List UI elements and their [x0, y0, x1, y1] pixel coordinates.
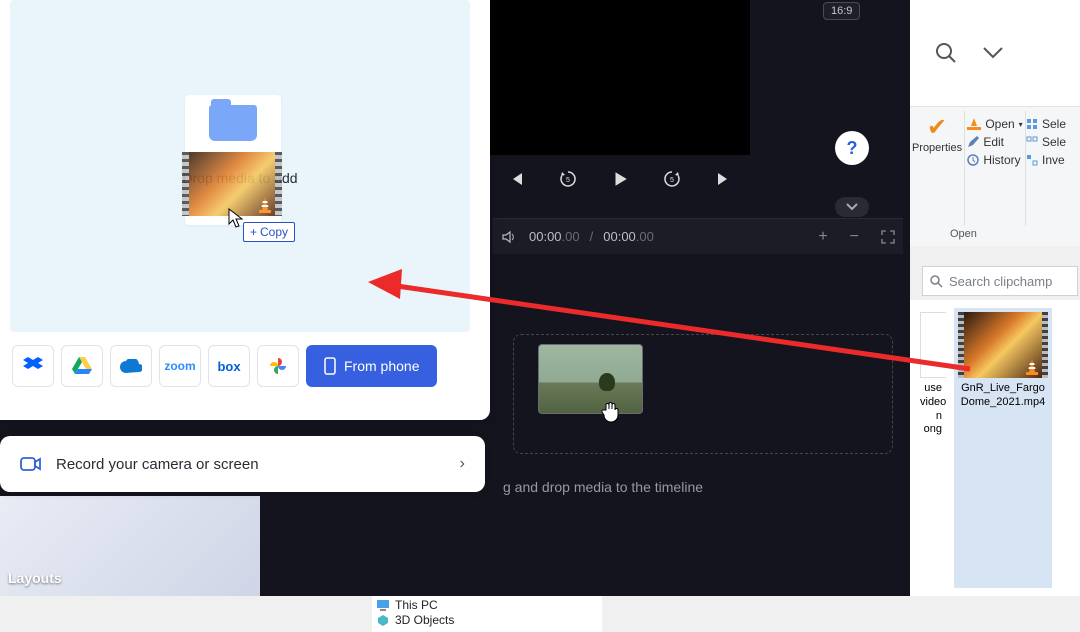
video-preview [490, 0, 750, 155]
explorer-file-grid: use video n ong GnR_Live_FargoDome_2021.… [910, 300, 1080, 596]
search-placeholder: Search clipchamp [949, 274, 1052, 289]
grab-cursor-icon [598, 398, 624, 424]
explorer-ribbon: ✔ Properties Open Open▾ Edit History Sel… [910, 106, 1080, 246]
time-total: 00:00.00 [603, 229, 654, 244]
timeline-clip-preview [538, 344, 643, 414]
zoom-out-icon[interactable]: − [850, 228, 859, 246]
vlc-icon [1024, 358, 1040, 376]
layouts-panel[interactable]: Layouts [0, 496, 260, 596]
folder-icon [209, 105, 257, 141]
rewind-5-icon[interactable]: 5 [557, 168, 579, 190]
select-all-button[interactable]: Sele [1026, 117, 1066, 131]
record-bar[interactable]: Record your camera or screen › [0, 436, 485, 492]
explorer-tree-fragment: This PC 3D Objects [372, 596, 602, 632]
open-button[interactable]: Open▾ [967, 117, 1022, 131]
box-button[interactable]: box [208, 345, 250, 387]
cursor-arrow-icon [228, 208, 244, 228]
file-item[interactable]: GnR_Live_FargoDome_2021.mp4 [954, 308, 1052, 588]
dropbox-button[interactable] [12, 345, 54, 387]
expand-down-button[interactable] [835, 197, 869, 217]
open-menu: Open▾ Edit History [965, 107, 1025, 246]
history-button[interactable]: History [967, 153, 1022, 167]
svg-text:5: 5 [566, 177, 570, 184]
copy-badge: + Copy [243, 222, 295, 242]
drag-file-preview [182, 152, 282, 216]
invert-selection-button[interactable]: Inve [1026, 153, 1066, 167]
file-name: GnR_Live_FargoDome_2021.mp4 [958, 382, 1048, 410]
search-icon [929, 274, 943, 288]
3d-objects-item[interactable]: 3D Objects [376, 613, 598, 627]
record-label: Record your camera or screen [56, 456, 259, 473]
search-icon[interactable] [934, 41, 958, 65]
aspect-ratio-badge[interactable]: 16:9 [823, 2, 860, 20]
from-phone-button[interactable]: From phone [306, 345, 437, 387]
skip-start-icon[interactable] [505, 168, 527, 190]
this-pc-item[interactable]: This PC [376, 598, 598, 612]
chevron-right-icon: › [460, 455, 465, 473]
audio-icon[interactable] [501, 229, 519, 245]
timeline-hint-text: g and drop media to the timeline [493, 479, 903, 495]
player-controls: 5 5 [505, 168, 735, 190]
vlc-icon [257, 196, 273, 214]
fit-icon[interactable] [881, 230, 895, 244]
svg-text:5: 5 [670, 177, 674, 184]
media-import-panel: Drop media to add + Copy zoom box From p… [0, 0, 490, 420]
onedrive-button[interactable] [110, 345, 152, 387]
check-icon: ✔ [927, 113, 947, 142]
skip-end-icon[interactable] [713, 168, 735, 190]
google-photos-button[interactable] [257, 345, 299, 387]
time-current: 00:00.00 [529, 229, 580, 244]
plus-icon: + [250, 225, 257, 239]
help-button[interactable]: ? [835, 131, 869, 165]
media-dropzone[interactable]: Drop media to add + Copy [10, 0, 470, 332]
google-drive-button[interactable] [61, 345, 103, 387]
explorer-search[interactable]: Search clipchamp [922, 266, 1078, 296]
select-none-button[interactable]: Sele [1026, 135, 1066, 149]
edit-button[interactable]: Edit [967, 135, 1022, 149]
time-bar: 00:00.00 / 00:00.00 + − [493, 218, 903, 254]
phone-icon [324, 357, 336, 375]
forward-5-icon[interactable]: 5 [661, 168, 683, 190]
layouts-label: Layouts [8, 570, 62, 586]
chevron-down-icon[interactable] [982, 46, 1004, 60]
timeline[interactable]: g and drop media to the timeline [493, 254, 903, 594]
play-icon[interactable] [609, 168, 631, 190]
file-item[interactable]: use video n ong [916, 308, 946, 588]
properties-button[interactable]: ✔ Properties Open [910, 107, 964, 246]
zoom-in-icon[interactable]: + [818, 228, 827, 246]
zoom-button[interactable]: zoom [159, 345, 201, 387]
select-menu: Sele Sele Inve [1026, 107, 1066, 246]
explorer-header [910, 0, 1080, 106]
camera-icon [20, 456, 42, 472]
provider-row: zoom box From phone [12, 345, 437, 387]
